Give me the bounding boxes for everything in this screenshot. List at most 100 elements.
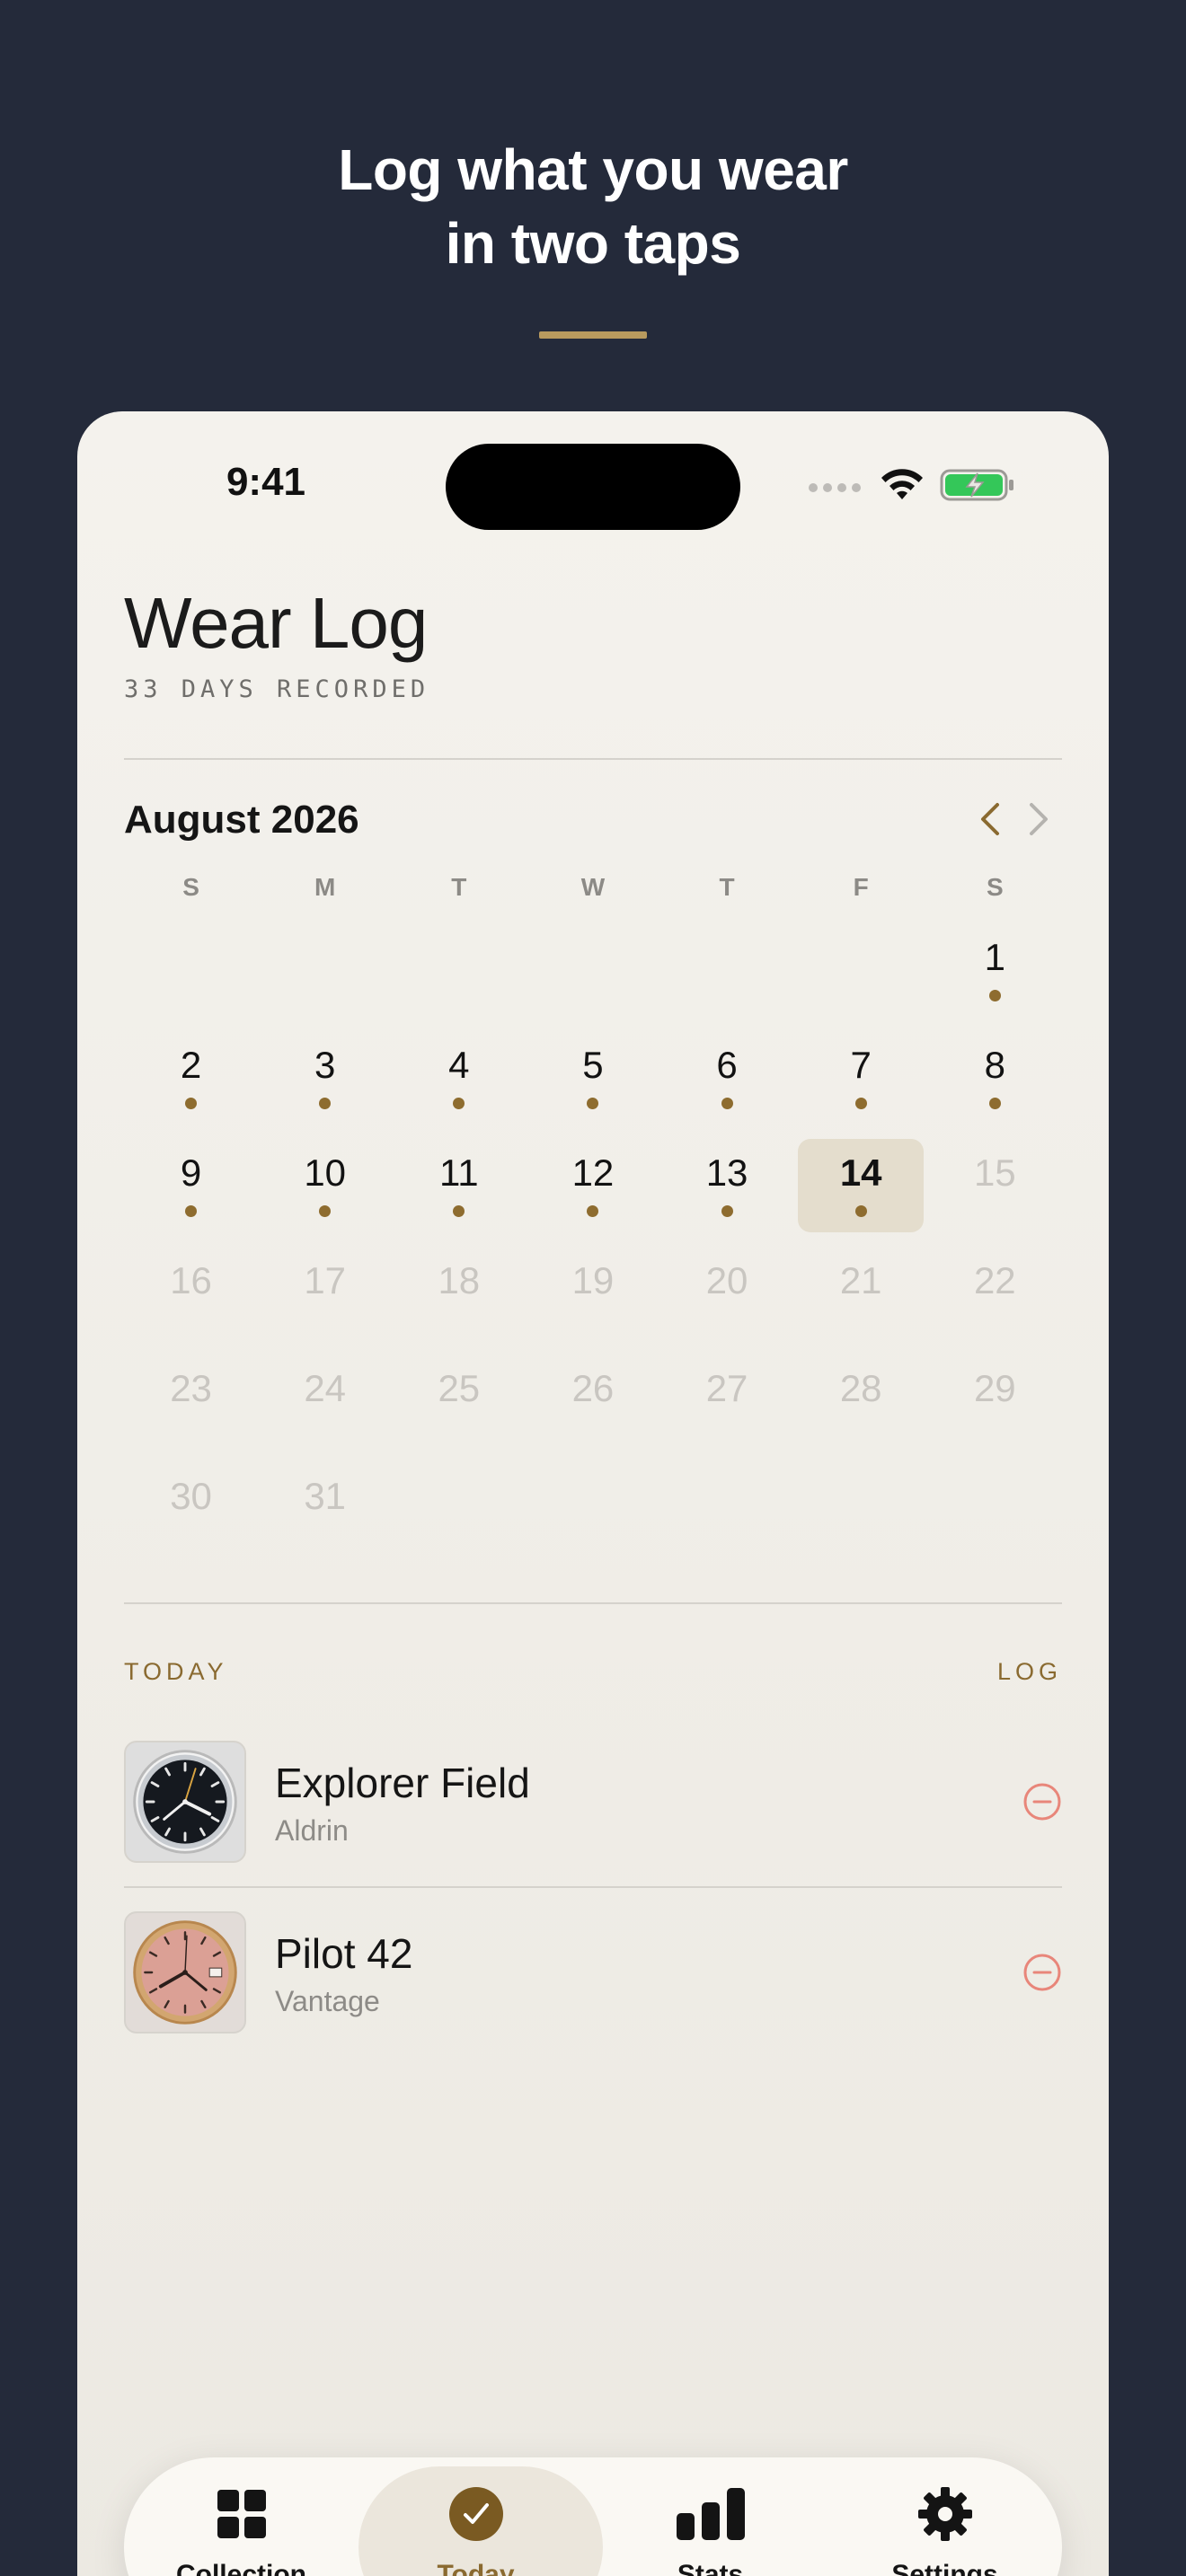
chevron-right-icon[interactable] (1021, 798, 1057, 841)
calendar-day[interactable]: 24 (258, 1347, 392, 1455)
calendar-day[interactable]: 27 (660, 1347, 794, 1455)
tab-label: Collection (175, 2560, 306, 2576)
calendar-day[interactable]: 8 (928, 1024, 1062, 1132)
day-number: 14 (839, 1151, 882, 1194)
day-number: 5 (582, 1044, 604, 1086)
list-item[interactable]: Explorer Field Aldrin (124, 1741, 1062, 1863)
calendar-day[interactable]: 29 (928, 1347, 1062, 1455)
weekday-label: M (314, 873, 336, 901)
calendar-day[interactable]: 13 (660, 1132, 794, 1239)
day-number: 6 (716, 1044, 738, 1086)
day-number: 11 (439, 1151, 479, 1194)
tab-label: Stats (677, 2560, 744, 2576)
day-number: 24 (304, 1367, 347, 1409)
calendar-day[interactable]: 20 (660, 1239, 794, 1347)
calendar-day[interactable]: 6 (660, 1024, 794, 1132)
promo-headline-line2: in two taps (445, 211, 741, 276)
calendar-day[interactable]: 18 (392, 1239, 526, 1347)
minus-circle-icon[interactable] (1022, 1782, 1062, 1822)
calendar-day[interactable]: 3 (258, 1024, 392, 1132)
calendar-day[interactable]: 22 (928, 1239, 1062, 1347)
logged-dot (587, 1205, 599, 1217)
day-number: 28 (839, 1367, 882, 1409)
logged-dot (854, 1205, 867, 1217)
day-number: 16 (170, 1259, 212, 1301)
watch-brand: Vantage (275, 1985, 380, 2017)
day-number: 7 (850, 1044, 872, 1086)
day-number: 1 (984, 936, 1005, 978)
weekday-label: W (580, 873, 606, 901)
promo-headline: Log what you wear in two taps (0, 133, 1186, 280)
tab-today[interactable]: Today (358, 2457, 603, 2576)
calendar-day[interactable]: 23 (124, 1347, 258, 1455)
tab-settings[interactable]: Settings (828, 2457, 1062, 2576)
calendar-empty-cell (124, 916, 258, 1024)
calendar-day[interactable]: 9 (124, 1132, 258, 1239)
grid-icon (217, 2490, 266, 2538)
promo-headline-line1: Log what you wear (338, 137, 848, 202)
list-divider (124, 1886, 1062, 1888)
weekday-label: S (986, 873, 1004, 901)
day-number: 29 (973, 1367, 1016, 1409)
phone-screen: 9:41 Wear Log 33 DAYS RECORDED August 20… (77, 411, 1109, 2576)
calendar-day[interactable]: 21 (794, 1239, 928, 1347)
today-section-label: TODAY (124, 1658, 228, 1685)
calendar-empty-cell (794, 916, 928, 1024)
day-number: 21 (839, 1259, 882, 1301)
day-number: 22 (973, 1259, 1016, 1301)
calendar-day[interactable]: 31 (258, 1455, 392, 1563)
weekday-label: T (451, 873, 467, 901)
calendar-day[interactable]: 1 (928, 916, 1062, 1024)
calendar-day[interactable]: 15 (928, 1132, 1062, 1239)
calendar-day[interactable]: 5 (526, 1024, 659, 1132)
day-number: 2 (180, 1044, 202, 1086)
calendar-day[interactable]: 19 (526, 1239, 659, 1347)
calendar-day[interactable]: 2 (124, 1024, 258, 1132)
calendar-day[interactable]: 7 (794, 1024, 928, 1132)
calendar-day[interactable]: 25 (392, 1347, 526, 1455)
watch-dial-icon (133, 1750, 237, 1854)
calendar-day[interactable]: 10 (258, 1132, 392, 1239)
logged-dot (453, 1098, 465, 1109)
days-recorded-label: 33 DAYS RECORDED (124, 675, 430, 703)
cellular-signal-icon (809, 483, 861, 492)
calendar-empty-cell (258, 916, 392, 1024)
calendar-day-today[interactable]: 14 (794, 1132, 928, 1239)
tab-collection[interactable]: Collection (124, 2457, 358, 2576)
calendar-day[interactable]: 4 (392, 1024, 526, 1132)
calendar-day[interactable]: 30 (124, 1455, 258, 1563)
watch-brand: Aldrin (275, 1814, 349, 1847)
minus-circle-icon[interactable] (1022, 1953, 1062, 1992)
day-number: 15 (973, 1151, 1016, 1194)
chevron-left-icon[interactable] (972, 798, 1008, 841)
logged-dot (587, 1098, 599, 1109)
watch-name: Pilot 42 (275, 1930, 413, 1977)
logged-dot (319, 1205, 332, 1217)
calendar-day[interactable]: 11 (392, 1132, 526, 1239)
logged-dot (988, 990, 1001, 1001)
watch-thumbnail (124, 1741, 246, 1863)
calendar-day[interactable]: 26 (526, 1347, 659, 1455)
tab-label: Settings (891, 2560, 998, 2576)
calendar-day[interactable]: 28 (794, 1347, 928, 1455)
watch-name: Explorer Field (275, 1760, 530, 1806)
logged-dot (721, 1098, 733, 1109)
logged-dot (854, 1098, 867, 1109)
month-label: August 2026 (124, 798, 359, 842)
day-number: 9 (180, 1151, 202, 1194)
day-number: 12 (571, 1151, 615, 1194)
logged-dot (721, 1205, 733, 1217)
tab-stats[interactable]: Stats (593, 2457, 828, 2576)
log-button[interactable]: LOG (997, 1658, 1062, 1686)
logged-dot (185, 1098, 198, 1109)
status-time: 9:41 (226, 460, 306, 504)
calendar-day[interactable]: 17 (258, 1239, 392, 1347)
tab-bar: Collection Today Stats Settings (124, 2457, 1062, 2576)
app-store-screenshot: Log what you wear in two taps 9:41 Wear … (0, 0, 1186, 2576)
day-number: 25 (438, 1367, 481, 1409)
calendar-day[interactable]: 12 (526, 1132, 659, 1239)
day-number: 23 (170, 1367, 212, 1409)
day-number: 31 (304, 1475, 347, 1517)
calendar-day[interactable]: 16 (124, 1239, 258, 1347)
list-item[interactable]: Pilot 42 Vantage (124, 1911, 1062, 2033)
